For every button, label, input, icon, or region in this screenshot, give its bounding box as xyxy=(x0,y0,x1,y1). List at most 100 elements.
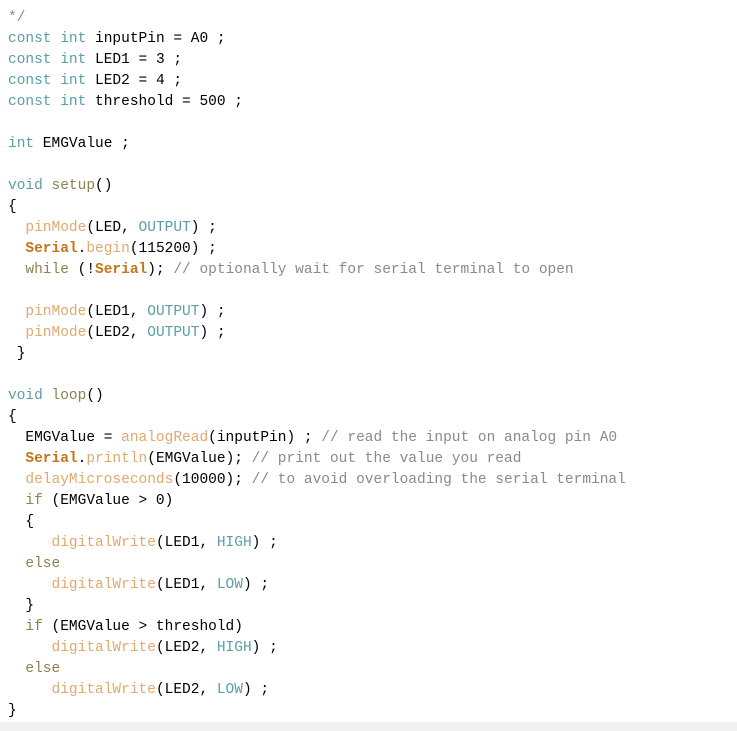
code-line[interactable]: void setup() xyxy=(0,176,737,197)
code-line[interactable]: else xyxy=(0,554,737,575)
code-token: int xyxy=(60,73,87,89)
code-token: (EMGValue > 0) xyxy=(42,493,174,509)
code-token: */ xyxy=(8,10,26,26)
code-editor-pane[interactable]: */const int inputPin = A0 ; const int LED… xyxy=(0,0,737,731)
code-line[interactable]: { xyxy=(0,407,737,428)
code-token: // read the input on analog pin A0 xyxy=(321,430,618,446)
code-token: OUTPUT xyxy=(147,325,200,341)
code-token: (LED, xyxy=(86,220,139,236)
source-code-block[interactable]: */const int inputPin = A0 ; const int LED… xyxy=(0,8,737,722)
code-token: pinMode xyxy=(25,325,87,341)
code-line[interactable]: void loop() xyxy=(0,386,737,407)
code-token: if xyxy=(25,493,43,509)
code-token: EMGValue ; xyxy=(34,136,130,152)
code-token: int xyxy=(60,94,87,110)
code-token: ) ; xyxy=(242,682,270,698)
code-token: (115200) ; xyxy=(129,241,217,257)
code-line[interactable]: while (!Serial); // optionally wait for … xyxy=(0,260,737,281)
code-line[interactable] xyxy=(0,365,737,386)
code-token: { xyxy=(8,199,17,215)
code-token: () xyxy=(86,388,104,404)
code-token: delayMicroseconds xyxy=(25,472,174,488)
code-token: (EMGValue > threshold) xyxy=(42,619,243,635)
code-token: LED1 = 3 ; xyxy=(86,52,183,68)
code-token: if xyxy=(25,619,43,635)
code-token: void xyxy=(8,388,43,404)
code-token: ) ; xyxy=(199,304,226,320)
code-line[interactable]: */ xyxy=(0,8,737,29)
code-line[interactable]: } xyxy=(0,596,737,617)
code-token: pinMode xyxy=(25,220,87,236)
code-token: (EMGValue); xyxy=(147,451,252,467)
code-line[interactable]: digitalWrite(LED2, HIGH) ; xyxy=(0,638,737,659)
code-line[interactable]: delayMicroseconds(10000); // to avoid ov… xyxy=(0,470,737,491)
code-line[interactable]: Serial.begin(115200) ; xyxy=(0,239,737,260)
code-token: digitalWrite xyxy=(51,535,156,551)
code-token: ) ; xyxy=(242,577,270,593)
code-token: int xyxy=(60,52,87,68)
code-token: } xyxy=(8,598,35,614)
code-line[interactable]: digitalWrite(LED1, HIGH) ; xyxy=(0,533,737,554)
code-token: { xyxy=(8,409,17,425)
code-line[interactable]: pinMode(LED, OUTPUT) ; xyxy=(0,218,737,239)
code-line[interactable]: if (EMGValue > 0) xyxy=(0,491,737,512)
code-token: threshold = 500 ; xyxy=(86,94,243,110)
code-line[interactable]: else xyxy=(0,659,737,680)
code-line[interactable] xyxy=(0,113,737,134)
code-line[interactable]: pinMode(LED2, OUTPUT) ; xyxy=(0,323,737,344)
code-line[interactable]: } xyxy=(0,701,737,722)
code-line[interactable]: const int LED1 = 3 ; xyxy=(0,50,737,71)
code-token: inputPin = A0 ; xyxy=(86,31,226,47)
code-token: ) ; xyxy=(199,325,226,341)
code-token: (10000); xyxy=(173,472,252,488)
code-token: (LED2, xyxy=(155,682,217,698)
code-token: (! xyxy=(68,262,96,278)
code-token: Serial xyxy=(25,451,78,467)
code-line[interactable]: pinMode(LED1, OUTPUT) ; xyxy=(0,302,737,323)
code-line[interactable]: { xyxy=(0,512,737,533)
code-token: Serial xyxy=(25,241,78,257)
code-token: () xyxy=(95,178,113,194)
code-line[interactable] xyxy=(0,155,737,176)
code-line[interactable]: if (EMGValue > threshold) xyxy=(0,617,737,638)
code-token: ); xyxy=(147,262,174,278)
code-token: analogRead xyxy=(121,430,209,446)
code-token: LED2 = 4 ; xyxy=(86,73,183,89)
code-token: const xyxy=(8,94,52,110)
code-line[interactable]: Serial.println(EMGValue); // print out t… xyxy=(0,449,737,470)
code-token: ) ; xyxy=(251,640,278,656)
code-token: } xyxy=(8,703,17,719)
code-token: // print out the value you read xyxy=(251,451,522,467)
code-token: HIGH xyxy=(216,535,252,551)
code-line[interactable]: digitalWrite(LED1, LOW) ; xyxy=(0,575,737,596)
code-line[interactable]: digitalWrite(LED2, LOW) ; xyxy=(0,680,737,701)
code-line[interactable]: const int threshold = 500 ; xyxy=(0,92,737,113)
code-token: digitalWrite xyxy=(51,682,156,698)
code-token: pinMode xyxy=(25,304,87,320)
code-line[interactable]: const int inputPin = A0 ; xyxy=(0,29,737,50)
code-token: else xyxy=(25,556,61,572)
code-line[interactable]: { xyxy=(0,197,737,218)
code-token: begin xyxy=(86,241,130,257)
code-line[interactable]: EMGValue = analogRead(inputPin) ; // rea… xyxy=(0,428,737,449)
code-token: OUTPUT xyxy=(147,304,200,320)
code-line[interactable]: } xyxy=(0,344,737,365)
code-token: (LED2, xyxy=(155,640,217,656)
code-line[interactable] xyxy=(0,281,737,302)
code-line[interactable]: int EMGValue ; xyxy=(0,134,737,155)
code-token: digitalWrite xyxy=(51,640,156,656)
code-line[interactable]: const int LED2 = 4 ; xyxy=(0,71,737,92)
code-token: LOW xyxy=(216,577,243,593)
